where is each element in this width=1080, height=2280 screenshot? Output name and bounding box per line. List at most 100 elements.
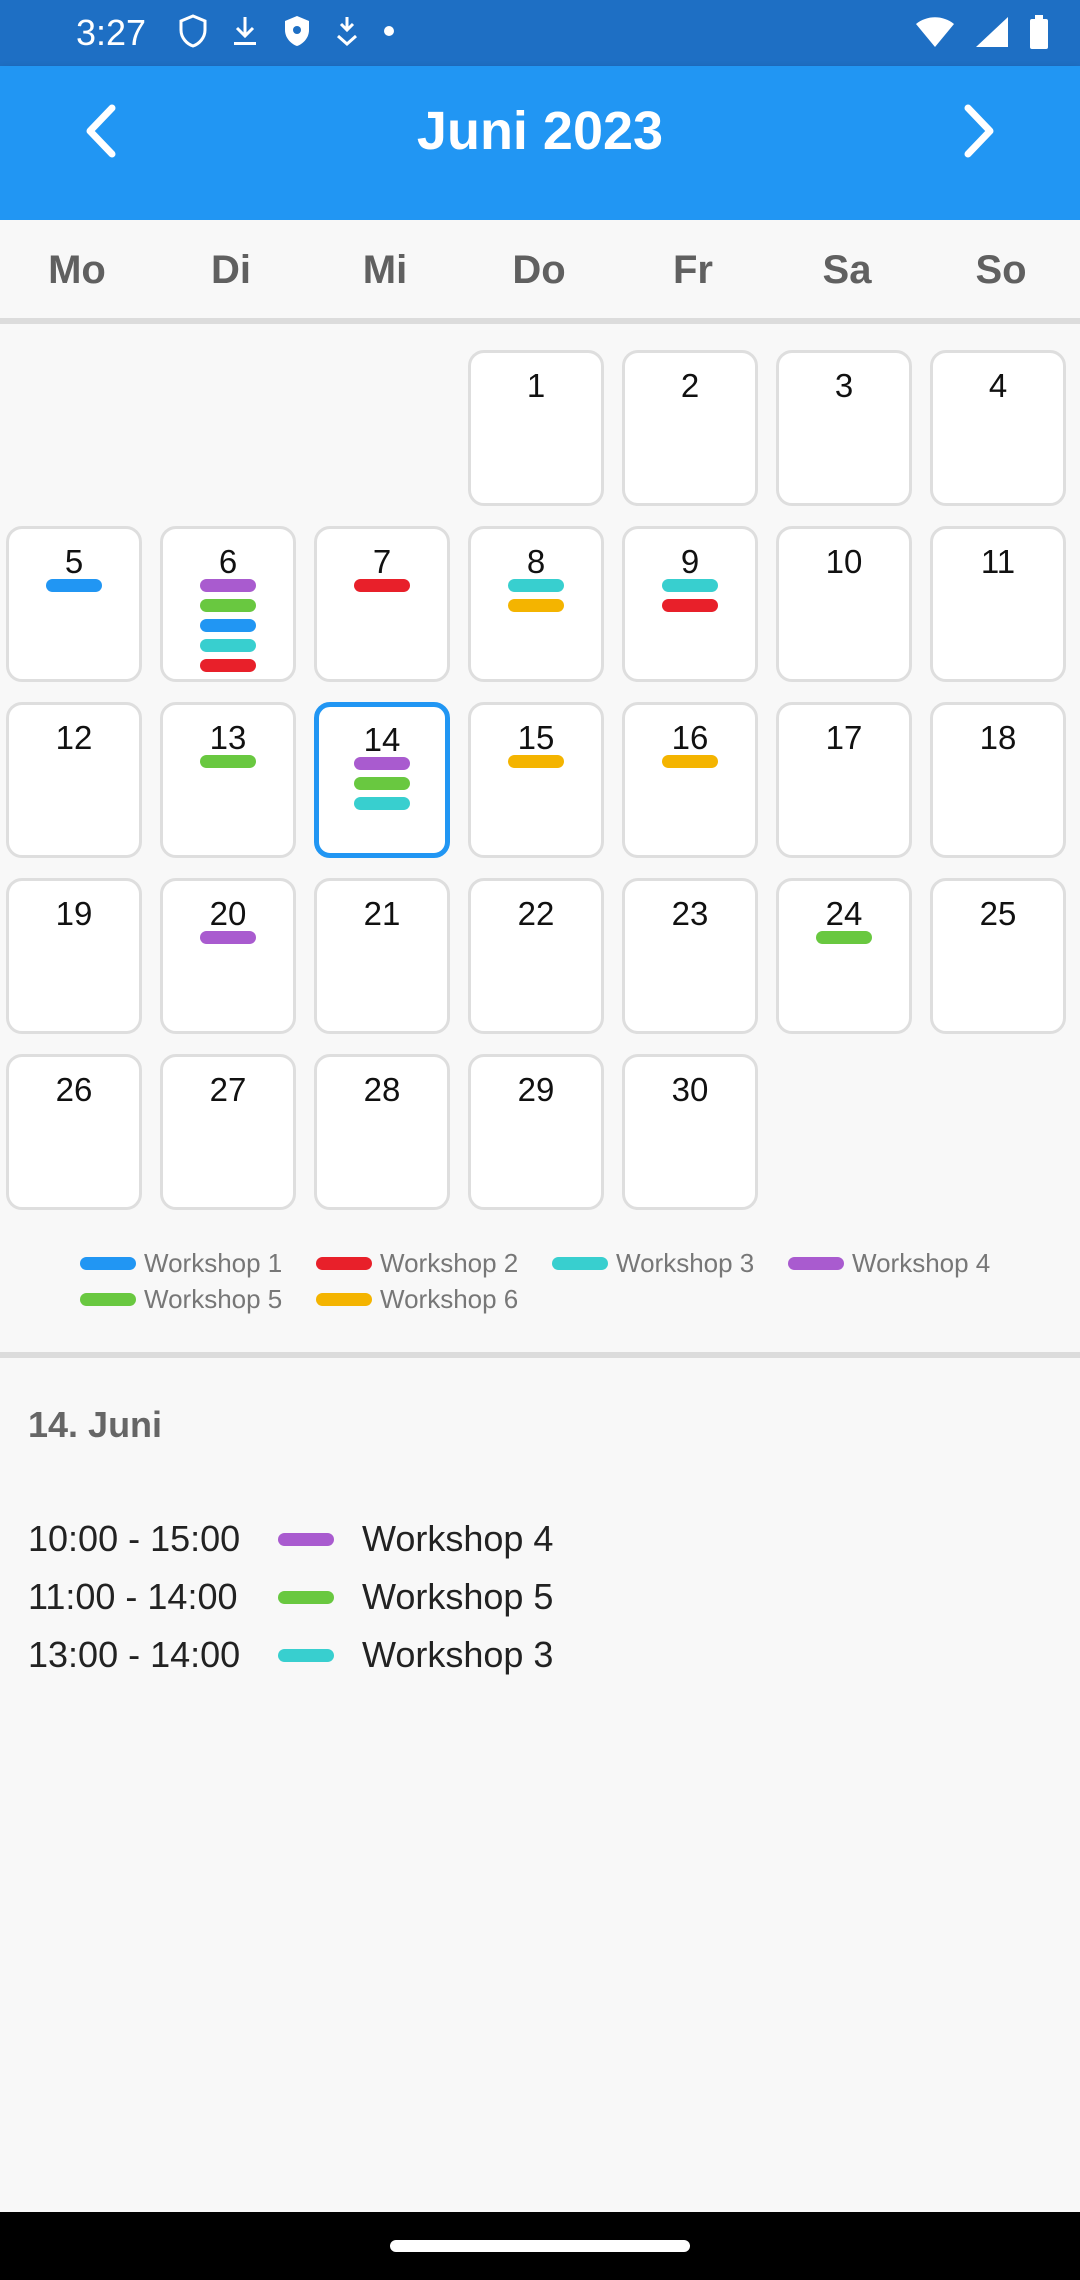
event-time: 10:00 - 15:00 — [28, 1518, 241, 1559]
selected-date-heading: 14. Juni — [28, 1404, 163, 1445]
day-cell-11[interactable]: 11 — [930, 526, 1066, 682]
legend-item-workshop-1: Workshop 1 — [80, 1248, 282, 1279]
next-month-button[interactable] — [940, 96, 1010, 166]
event-markers — [319, 757, 445, 810]
legend-swatch — [788, 1257, 844, 1270]
legend-label: Workshop 1 — [144, 1248, 283, 1278]
event-marker-workshop-4 — [354, 757, 410, 770]
day-number: 14 — [363, 721, 401, 758]
weekday-label: Sa — [822, 248, 872, 292]
day-cell-2[interactable]: 2 — [622, 350, 758, 506]
day-cell-26[interactable]: 26 — [6, 1054, 142, 1210]
wifi-icon — [916, 17, 954, 47]
day-cell-28[interactable]: 28 — [314, 1054, 450, 1210]
day-number: 27 — [209, 1071, 247, 1108]
day-cell-24[interactable]: 24 — [776, 878, 912, 1034]
navigation-bar — [0, 2212, 1080, 2280]
event-marker-workshop-4 — [200, 579, 256, 592]
day-cell-3[interactable]: 3 — [776, 350, 912, 506]
event-marker-workshop-5 — [354, 777, 410, 790]
legend-label: Workshop 4 — [852, 1248, 991, 1278]
event-marker-workshop-1 — [46, 579, 102, 592]
event-marker-workshop-4 — [200, 931, 256, 944]
weekday-divider — [0, 318, 1080, 324]
day-cell-10[interactable]: 10 — [776, 526, 912, 682]
download-icon — [234, 17, 256, 45]
event-row[interactable]: 10:00 - 15:00 Workshop 4 — [28, 1518, 553, 1560]
event-marker-workshop-1 — [200, 619, 256, 632]
event-markers — [625, 579, 755, 612]
day-number: 17 — [825, 719, 863, 756]
home-gesture-handle[interactable] — [390, 2240, 690, 2252]
legend-item-workshop-4: Workshop 4 — [788, 1248, 990, 1279]
day-number: 18 — [979, 719, 1017, 756]
event-marker-workshop-5 — [200, 599, 256, 612]
event-marker-workshop-5 — [200, 755, 256, 768]
day-cell-7[interactable]: 7 — [314, 526, 450, 682]
day-number: 6 — [218, 543, 238, 580]
day-cell-23[interactable]: 23 — [622, 878, 758, 1034]
day-cell-21[interactable]: 21 — [314, 878, 450, 1034]
day-number: 26 — [55, 1071, 93, 1108]
status-bar: 3:27 — [0, 0, 1080, 66]
day-number: 8 — [526, 543, 546, 580]
day-cell-13[interactable]: 13 — [160, 702, 296, 858]
weekday-label: Di — [211, 248, 251, 292]
day-cell-29[interactable]: 29 — [468, 1054, 604, 1210]
day-cell-1[interactable]: 1 — [468, 350, 604, 506]
day-cell-14[interactable]: 14 — [314, 702, 450, 858]
day-number: 15 — [517, 719, 555, 756]
download-progress-icon — [337, 17, 357, 47]
legend-swatch — [316, 1257, 372, 1270]
event-markers — [317, 579, 447, 592]
event-time: 13:00 - 14:00 — [28, 1634, 241, 1675]
day-cell-12[interactable]: 12 — [6, 702, 142, 858]
event-title: Workshop 3 — [362, 1634, 554, 1675]
weekday-label: Fr — [673, 248, 713, 292]
vpn-shield-icon — [285, 16, 309, 46]
event-marker-workshop-6 — [508, 599, 564, 612]
weekday-label: So — [975, 248, 1027, 292]
day-cell-22[interactable]: 22 — [468, 878, 604, 1034]
event-marker-workshop-2 — [662, 599, 718, 612]
event-marker-workshop-2 — [354, 579, 410, 592]
battery-icon — [1030, 15, 1048, 49]
event-row[interactable]: 11:00 - 14:00 Workshop 5 — [28, 1576, 553, 1618]
legend-swatch — [316, 1293, 372, 1306]
day-cell-5[interactable]: 5 — [6, 526, 142, 682]
day-cell-30[interactable]: 30 — [622, 1054, 758, 1210]
event-markers — [471, 579, 601, 612]
day-number: 9 — [680, 543, 700, 580]
day-number: 11 — [980, 543, 1016, 580]
day-number: 1 — [526, 367, 546, 404]
event-marker-workshop-2 — [200, 659, 256, 672]
day-number: 25 — [979, 895, 1017, 932]
day-number: 23 — [671, 895, 709, 932]
day-cell-17[interactable]: 17 — [776, 702, 912, 858]
day-cell-8[interactable]: 8 — [468, 526, 604, 682]
legend-label: Workshop 5 — [144, 1284, 283, 1314]
month-title: Juni 2023 — [416, 101, 664, 161]
event-row[interactable]: 13:00 - 14:00 Workshop 3 — [28, 1634, 553, 1676]
day-number: 13 — [209, 719, 247, 756]
day-cell-16[interactable]: 16 — [622, 702, 758, 858]
day-cell-27[interactable]: 27 — [160, 1054, 296, 1210]
calendar-divider — [0, 1352, 1080, 1358]
event-title: Workshop 4 — [362, 1518, 554, 1559]
day-cell-19[interactable]: 19 — [6, 878, 142, 1034]
day-cell-9[interactable]: 9 — [622, 526, 758, 682]
day-cell-18[interactable]: 18 — [930, 702, 1066, 858]
weekday-label: Mi — [362, 248, 408, 292]
shield-icon — [179, 14, 207, 48]
day-cell-15[interactable]: 15 — [468, 702, 604, 858]
day-number: 7 — [372, 543, 392, 580]
day-cell-20[interactable]: 20 — [160, 878, 296, 1034]
legend-item-workshop-2: Workshop 2 — [316, 1248, 518, 1279]
month-header: Juni 2023 — [0, 66, 1080, 220]
day-cell-25[interactable]: 25 — [930, 878, 1066, 1034]
legend-swatch — [80, 1293, 136, 1306]
day-cell-6[interactable]: 6 — [160, 526, 296, 682]
notification-icons — [178, 14, 396, 48]
day-cell-4[interactable]: 4 — [930, 350, 1066, 506]
signal-icon — [976, 17, 1008, 47]
